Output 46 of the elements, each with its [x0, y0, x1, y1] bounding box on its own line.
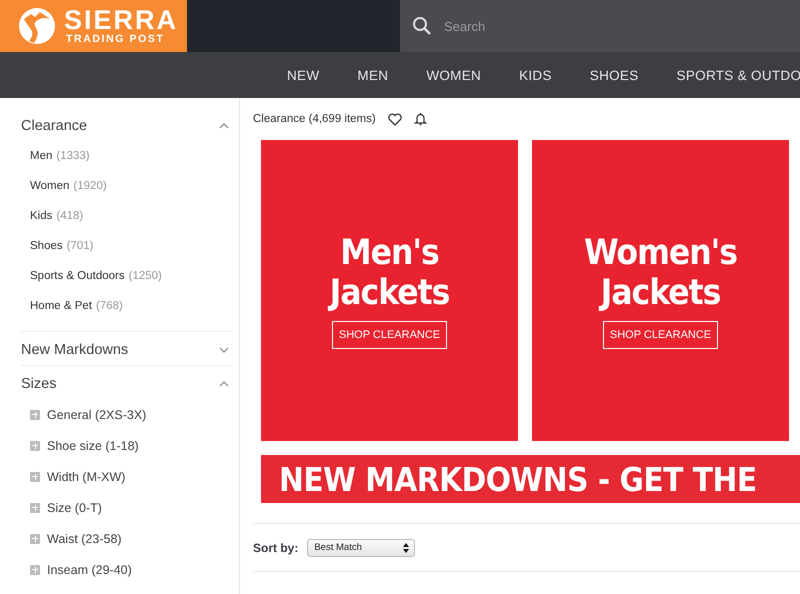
plus-icon[interactable] — [30, 502, 40, 512]
plus-icon[interactable] — [30, 564, 40, 574]
plus-icon[interactable] — [30, 410, 40, 420]
shop-button[interactable]: SHOP CLEARANCE — [332, 320, 448, 348]
category-link[interactable]: Shoes (701) — [30, 231, 231, 261]
shop-button[interactable]: SHOP CLEARANCE — [602, 320, 718, 348]
promo-card[interactable]: Women's Jackets SHOP CLEARANCE — [532, 140, 789, 441]
filter-section-header[interactable]: Sizes — [21, 366, 231, 399]
plus-icon[interactable] — [30, 440, 40, 450]
chevron-down-icon[interactable] — [219, 347, 229, 353]
size-filter-label[interactable]: Size (0-T) — [47, 500, 102, 514]
logo-title: SIERRA — [64, 7, 178, 33]
size-filter-label[interactable]: Inseam (29-40) — [47, 562, 132, 576]
filter-section-header[interactable]: New Markdowns — [21, 332, 231, 365]
size-filter-label[interactable]: Waist (23-58) — [47, 532, 122, 546]
size-filter-label[interactable]: General (2XS-3X) — [47, 408, 146, 422]
results-title: Clearance (4,699 items) — [253, 113, 376, 125]
logo-icon — [18, 7, 56, 45]
promo-banner[interactable]: NEW MARKDOWNS - GET THE — [261, 455, 800, 503]
nav-link[interactable]: SHOES — [590, 68, 639, 82]
category-link[interactable]: Women (1920) — [30, 171, 231, 201]
category-link[interactable]: Kids (418) — [30, 201, 231, 231]
plus-icon[interactable] — [30, 472, 40, 482]
bell-icon[interactable] — [414, 112, 427, 126]
logo-subtitle: TRADING POST — [66, 33, 166, 45]
promo-title: Women's Jackets — [584, 232, 738, 312]
chevron-up-icon[interactable] — [219, 123, 229, 129]
search-icon[interactable] — [412, 16, 432, 36]
plus-icon[interactable] — [30, 534, 40, 544]
promo-card[interactable]: Men's Jackets SHOP CLEARANCE — [261, 140, 518, 441]
size-filter-label[interactable]: Shoe size (1-18) — [47, 438, 139, 452]
nav-link[interactable]: WOMEN — [426, 68, 482, 82]
updown-arrows-icon — [403, 542, 410, 552]
heart-icon[interactable] — [388, 112, 402, 126]
nav-link[interactable]: MEN — [357, 68, 388, 82]
sort-select[interactable]: Best Match — [307, 538, 416, 556]
promo-title: Men's Jackets — [330, 232, 450, 312]
filter-section-header[interactable]: Clearance — [21, 108, 231, 141]
size-filter-label[interactable]: Width (M-XW) — [47, 470, 126, 484]
nav-link[interactable]: NEW — [287, 68, 320, 82]
category-link[interactable]: Home & Pet (768) — [30, 291, 231, 321]
category-link[interactable]: Men (1333) — [30, 141, 231, 171]
nav-link[interactable]: KIDS — [519, 68, 552, 82]
category-link[interactable]: Sports & Outdoors (1250) — [30, 261, 231, 291]
sort-label: Sort by: — [253, 540, 298, 554]
chevron-up-icon[interactable] — [219, 381, 229, 387]
